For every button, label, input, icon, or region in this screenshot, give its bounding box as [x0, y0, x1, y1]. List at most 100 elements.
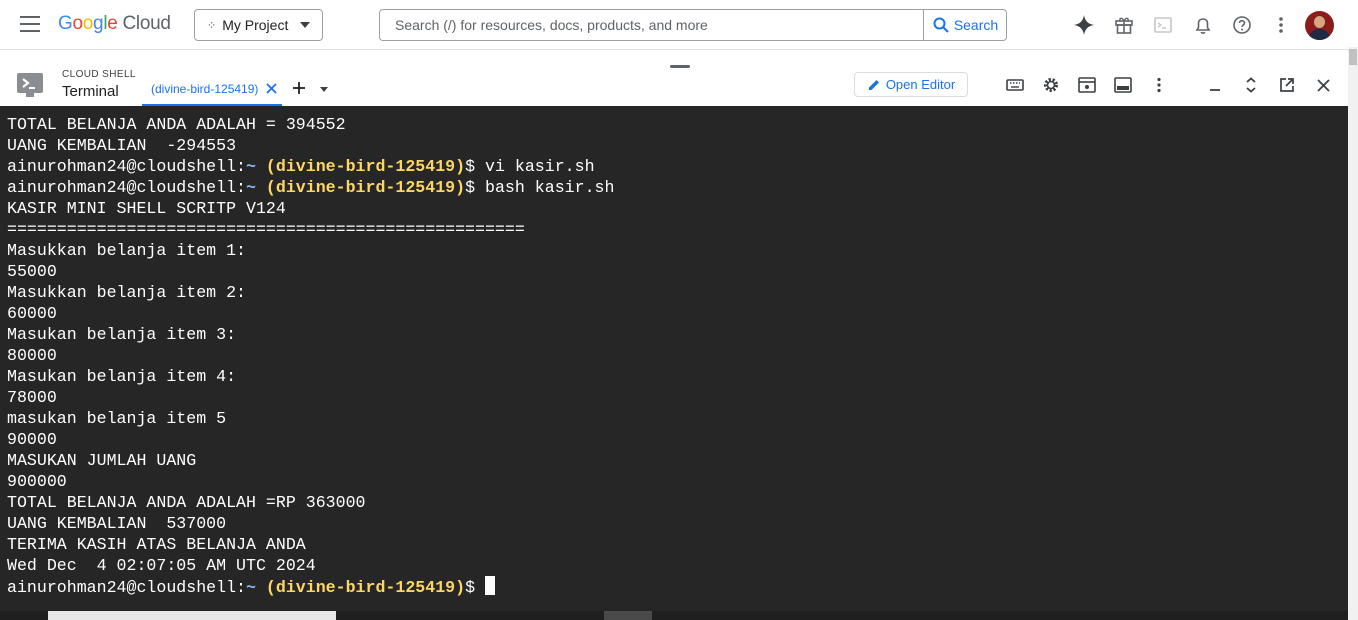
- cloud-shell-icon[interactable]: [1152, 14, 1174, 36]
- terminal-line: ainurohman24@cloudshell:~ (divine-bird-1…: [7, 177, 614, 198]
- project-name: My Project: [222, 17, 289, 33]
- terminal-line: KASIR MINI SHELL SCRITP V124: [7, 198, 614, 219]
- prompt-path: ~: [246, 578, 256, 597]
- terminal-line-text: TERIMA KASIH ATAS BELANJA ANDA: [7, 535, 306, 554]
- prompt-user: ainurohman24@cloudshell:: [7, 178, 246, 197]
- keyboard-icon[interactable]: [1004, 74, 1026, 96]
- main-menu-icon[interactable]: [20, 16, 40, 32]
- project-icon: ⁘: [207, 19, 216, 32]
- gift-icon[interactable]: [1113, 14, 1135, 36]
- logo-cloud: Cloud: [122, 13, 171, 34]
- terminal-line-text: UANG KEMBALIAN 537000: [7, 514, 227, 533]
- pencil-icon: [868, 79, 879, 90]
- prompt-project: (divine-bird-125419): [255, 578, 466, 597]
- prompt-user: ainurohman24@cloudshell:: [7, 578, 246, 597]
- terminal-line-text: Wed Dec 4 02:07:05 AM UTC 2024: [7, 556, 316, 575]
- prompt-user: ainurohman24@cloudshell:: [7, 157, 246, 176]
- tab-terminal-session[interactable]: (divine-bird-125419): [142, 70, 282, 106]
- close-shell-icon[interactable]: [1312, 74, 1334, 96]
- terminal-line: Masukkan belanja item 1:: [7, 240, 614, 261]
- resize-handle[interactable]: [670, 65, 690, 68]
- prompt-path: ~: [246, 178, 256, 197]
- search-input[interactable]: [380, 10, 922, 40]
- prompt-path: ~: [246, 157, 256, 176]
- avatar[interactable]: [1305, 11, 1334, 40]
- more-options-icon[interactable]: [1270, 14, 1292, 36]
- terminal-line: 78000: [7, 387, 614, 408]
- help-icon[interactable]: [1231, 14, 1253, 36]
- tab-label: (divine-bird-125419): [151, 82, 259, 96]
- logo-google: Google: [58, 13, 118, 34]
- gemini-sparkle-icon[interactable]: [1073, 14, 1095, 36]
- terminal-output[interactable]: TOTAL BELANJA ANDA ADALAH = 394552 UANG K…: [0, 106, 1348, 611]
- terminal-line: ainurohman24@cloudshell:~ (divine-bird-1…: [7, 156, 614, 177]
- terminal-line: Masukan belanja item 3:: [7, 324, 614, 345]
- prompt-project: (divine-bird-125419): [255, 157, 466, 176]
- terminal-line: Wed Dec 4 02:07:05 AM UTC 2024: [7, 555, 614, 576]
- terminal-line: 60000: [7, 303, 614, 324]
- taskbar-active-app[interactable]: [604, 611, 652, 620]
- terminal-cursor: [485, 576, 496, 595]
- terminal-line-text: 55000: [7, 262, 57, 281]
- terminal-line: 55000: [7, 261, 614, 282]
- google-cloud-logo[interactable]: Google Cloud: [58, 13, 171, 35]
- open-new-window-icon[interactable]: [1276, 74, 1298, 96]
- expand-collapse-icon[interactable]: [1240, 74, 1262, 96]
- terminal-line: TOTAL BELANJA ANDA ADALAH =RP 363000: [7, 492, 614, 513]
- os-taskbar: [0, 611, 1348, 620]
- terminal-line: TERIMA KASIH ATAS BELANJA ANDA: [7, 534, 614, 555]
- prompt-command: $ vi kasir.sh: [465, 157, 595, 176]
- search-bar[interactable]: Search: [379, 9, 1007, 41]
- terminal-line-text: 78000: [7, 388, 57, 407]
- terminal-line-text: ========================================…: [7, 220, 525, 239]
- prompt-command: $ bash kasir.sh: [465, 178, 615, 197]
- prompt-project: (divine-bird-125419): [255, 178, 466, 197]
- terminal-title: Terminal: [62, 83, 119, 100]
- add-tab-icon[interactable]: [292, 81, 306, 95]
- notifications-bell-icon[interactable]: [1192, 14, 1214, 36]
- layout-panel-icon[interactable]: [1112, 74, 1134, 96]
- terminal-line-text: TOTAL BELANJA ANDA ADALAH =RP 363000: [7, 493, 366, 512]
- page-scrollbar[interactable]: [1348, 47, 1358, 620]
- project-picker[interactable]: ⁘ My Project: [194, 9, 323, 41]
- terminal-line-text: 60000: [7, 304, 57, 323]
- terminal-line: masukan belanja item 5: [7, 408, 614, 429]
- shell-more-options-icon[interactable]: [1148, 74, 1170, 96]
- terminal-line: UANG KEMBALIAN -294553: [7, 135, 614, 156]
- terminal-line: 90000: [7, 429, 614, 450]
- terminal-line: MASUKAN JUMLAH UANG: [7, 450, 614, 471]
- terminal-line-text: TOTAL BELANJA ANDA ADALAH = 394552: [7, 115, 346, 134]
- cloud-shell-toolbar: CLOUD SHELL Terminal (divine-bird-125419…: [0, 62, 1348, 106]
- terminal-line-text: Masukkan belanja item 2:: [7, 283, 246, 302]
- prompt-command: $: [465, 578, 486, 597]
- terminal-line: ainurohman24@cloudshell:~ (divine-bird-1…: [7, 576, 614, 597]
- close-tab-icon[interactable]: [266, 83, 277, 94]
- terminal-line-text: MASUKAN JUMLAH UANG: [7, 451, 197, 470]
- open-editor-label: Open Editor: [885, 77, 956, 92]
- terminal-line: ========================================…: [7, 219, 614, 240]
- open-editor-button[interactable]: Open Editor: [854, 72, 968, 97]
- terminal-lines: TOTAL BELANJA ANDA ADALAH = 394552 UANG K…: [7, 114, 614, 597]
- terminal-line: 80000: [7, 345, 614, 366]
- terminal-line-text: masukan belanja item 5: [7, 409, 227, 428]
- chevron-down-icon: [300, 22, 310, 28]
- web-preview-icon[interactable]: [1076, 74, 1098, 96]
- taskbar-window-thumbnail[interactable]: [48, 611, 336, 620]
- terminal-line: 900000: [7, 471, 614, 492]
- terminal-line-text: KASIR MINI SHELL SCRITP V124: [7, 199, 286, 218]
- terminal-line-text: Masukan belanja item 4:: [7, 367, 237, 386]
- settings-gear-icon[interactable]: [1040, 74, 1062, 96]
- terminal-line-text: 90000: [7, 430, 57, 449]
- terminal-line-text: UANG KEMBALIAN -294553: [7, 136, 237, 155]
- minimize-icon[interactable]: [1204, 74, 1226, 96]
- terminal-line-text: 900000: [7, 472, 67, 491]
- terminal-line: Masukan belanja item 4:: [7, 366, 614, 387]
- terminal-line: UANG KEMBALIAN 537000: [7, 513, 614, 534]
- search-icon: [933, 17, 949, 33]
- terminal-line: TOTAL BELANJA ANDA ADALAH = 394552: [7, 114, 614, 135]
- search-button[interactable]: Search: [923, 10, 1007, 40]
- tab-menu-caret-icon[interactable]: [320, 87, 328, 92]
- search-button-label: Search: [953, 17, 999, 33]
- console-header: Google Cloud ⁘ My Project Search: [0, 0, 1358, 50]
- terminal-line: Masukkan belanja item 2:: [7, 282, 614, 303]
